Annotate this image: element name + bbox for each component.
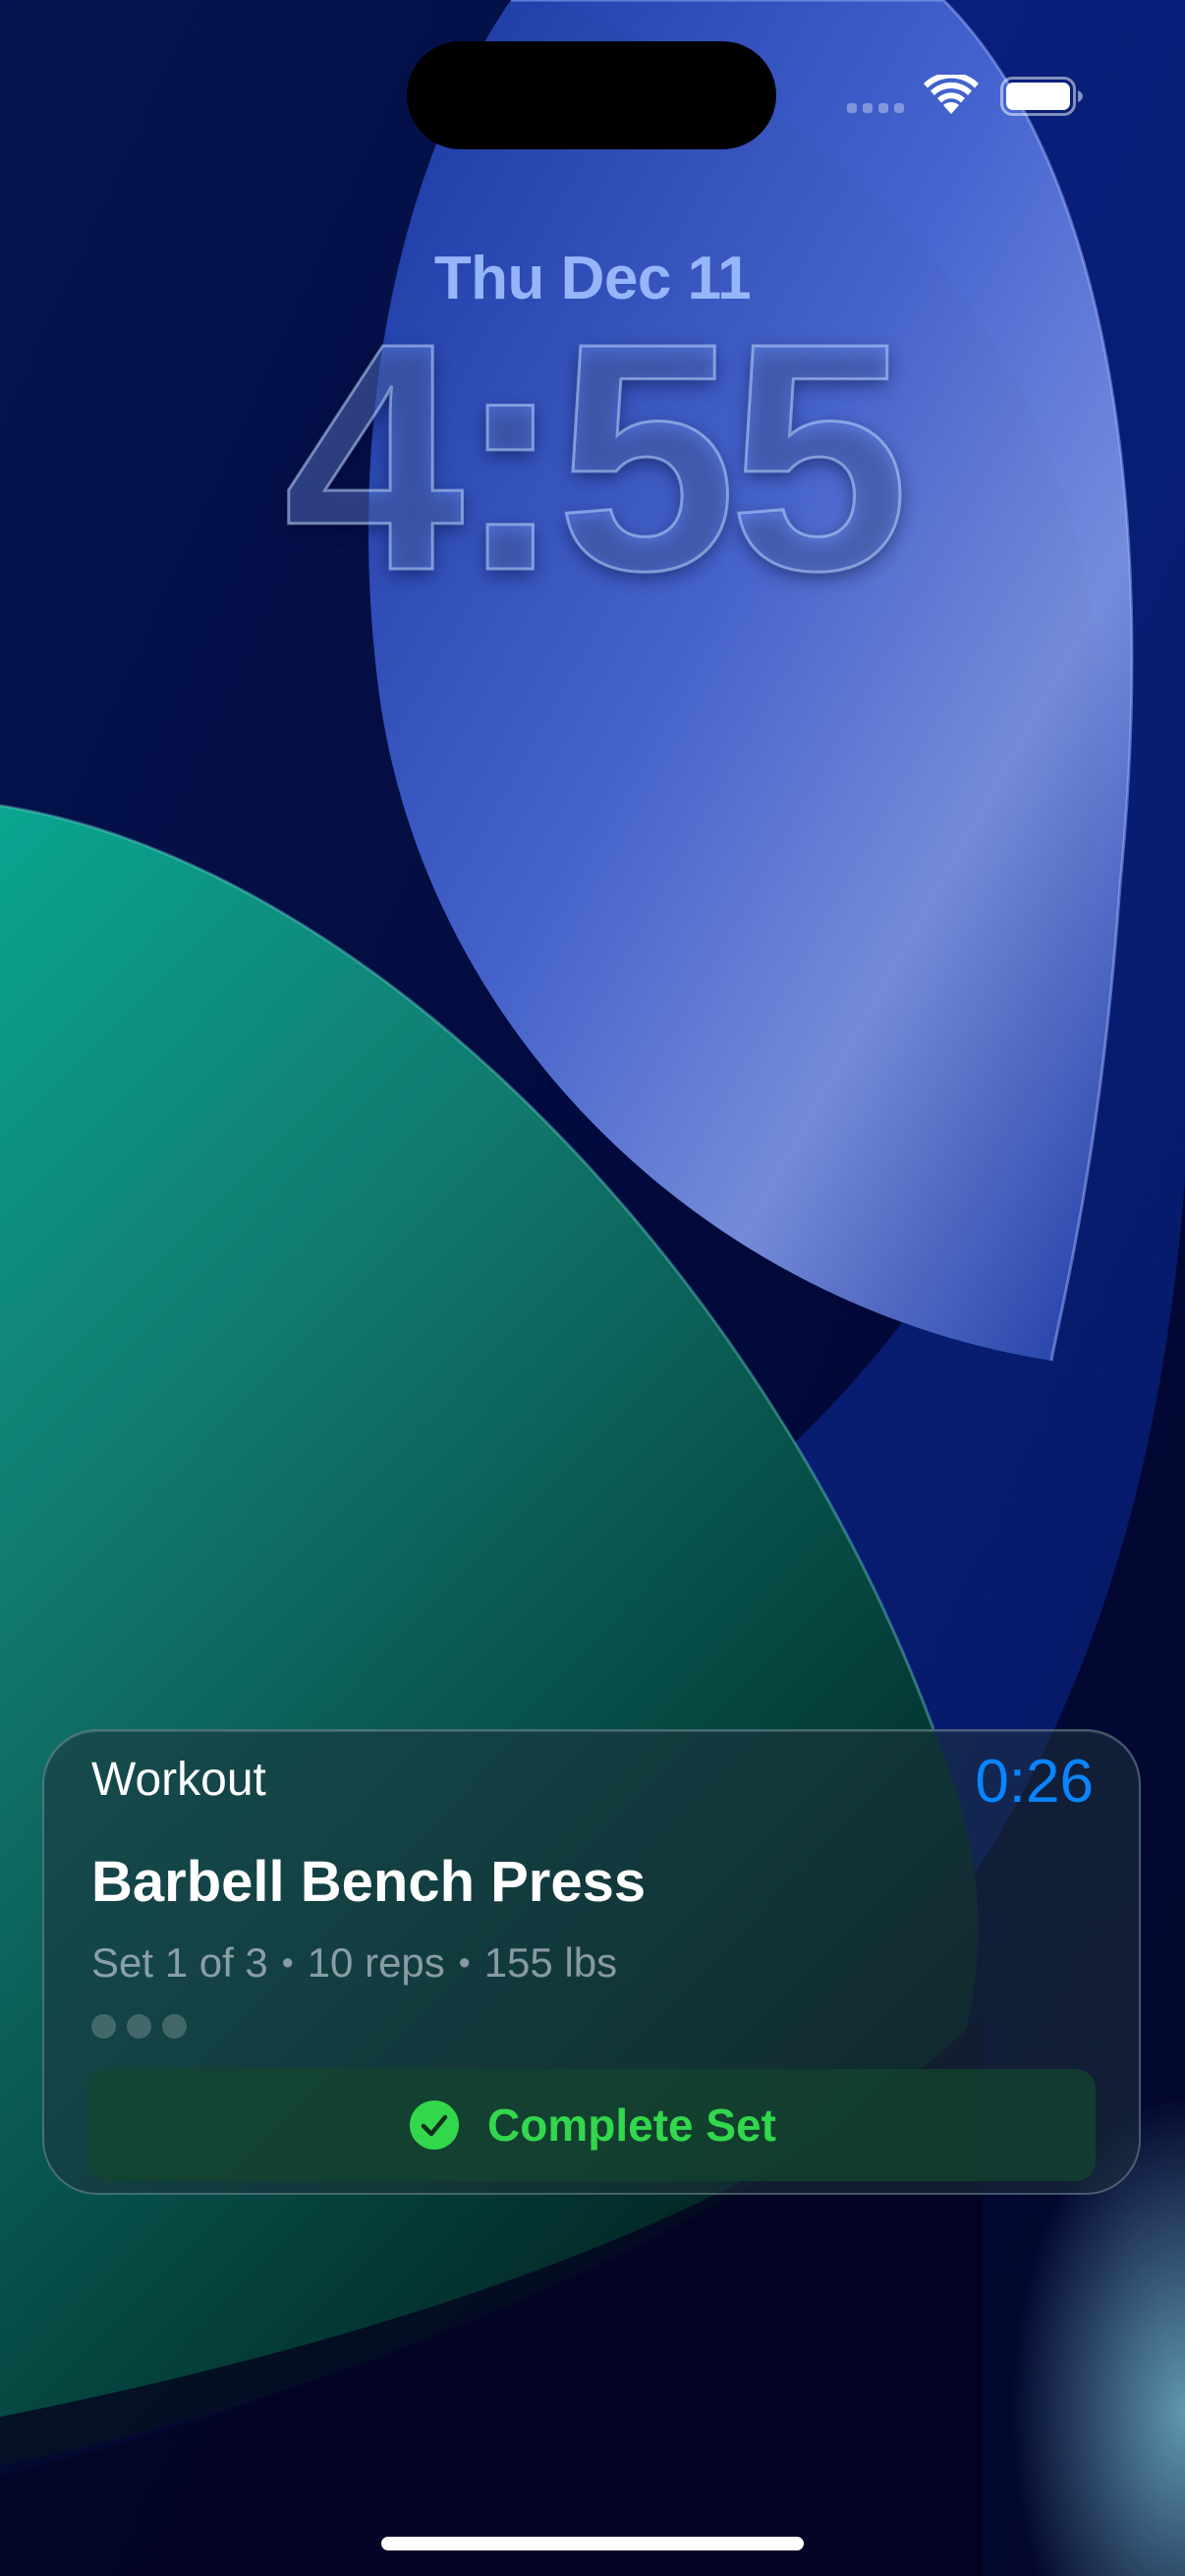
separator-dot: •	[458, 1943, 471, 1982]
dynamic-island	[407, 41, 776, 149]
set-details: Set 1 of 3 • 10 reps • 155 lbs	[91, 1939, 617, 1987]
lock-screen-clock: 4:55	[282, 275, 910, 638]
set-progress-dot	[162, 2014, 187, 2039]
set-count: Set 1 of 3	[91, 1939, 268, 1986]
separator-dot: •	[281, 1943, 294, 1982]
battery-icon	[1000, 77, 1083, 116]
set-progress-dots	[91, 2014, 187, 2039]
status-bar	[847, 71, 1083, 120]
live-activity-card[interactable]: Workout 0:26 Barbell Bench Press Set 1 o…	[42, 1729, 1141, 2195]
home-indicator[interactable]	[381, 2537, 804, 2550]
checkmark-circle-icon	[410, 2100, 460, 2150]
rest-timer: 0:26	[975, 1748, 1094, 1816]
live-activity-app-name: Workout	[91, 1754, 266, 1806]
reps-count: 10 reps	[307, 1939, 445, 1986]
complete-set-button[interactable]: Complete Set	[89, 2069, 1096, 2181]
complete-set-label: Complete Set	[487, 2100, 776, 2151]
set-progress-dot	[91, 2014, 116, 2039]
wifi-icon	[924, 75, 979, 114]
exercise-title: Barbell Bench Press	[91, 1850, 647, 1914]
set-progress-dot	[127, 2014, 151, 2039]
signal-dots-icon	[847, 103, 904, 113]
weight-value: 155 lbs	[483, 1939, 618, 1986]
